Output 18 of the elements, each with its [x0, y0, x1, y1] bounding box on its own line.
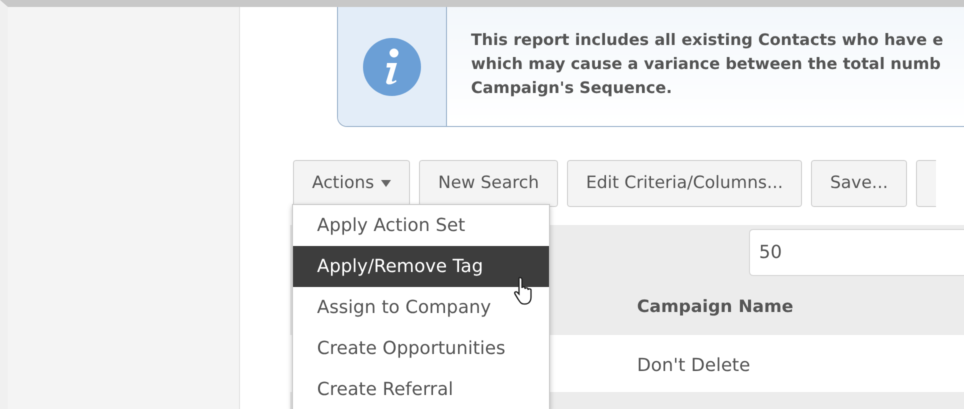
table-cell-text: Don't Delete — [637, 354, 750, 378]
toolbar-button[interactable]: Edit Criteria/Columns... — [567, 160, 802, 207]
notice-text: Campaign's Sequence. — [471, 77, 674, 99]
toolbar-button[interactable]: New Search — [419, 160, 558, 207]
caret-icon — [381, 180, 392, 187]
menu-item[interactable]: Create Referral — [293, 369, 549, 409]
menu-item[interactable]: Apply/Remove Tag — [293, 246, 549, 287]
column-header: Campaign Name — [637, 296, 794, 319]
menu-item[interactable]: Create Opportunities — [293, 328, 549, 369]
notice-text: This report includes all existing Contacts who have e — [471, 29, 944, 51]
menu-item[interactable]: Assign to Company — [293, 287, 549, 328]
notice-text: which may cause a variance between the total numb — [471, 53, 942, 75]
menu-item[interactable]: Apply Action Set — [293, 205, 549, 246]
page-size-field[interactable]: 50 — [749, 229, 964, 276]
info-icon — [363, 38, 421, 96]
toolbar-button[interactable] — [916, 160, 936, 207]
toolbar-button[interactable]: Save... — [811, 160, 908, 207]
actions-button[interactable]: Actions — [293, 160, 410, 207]
